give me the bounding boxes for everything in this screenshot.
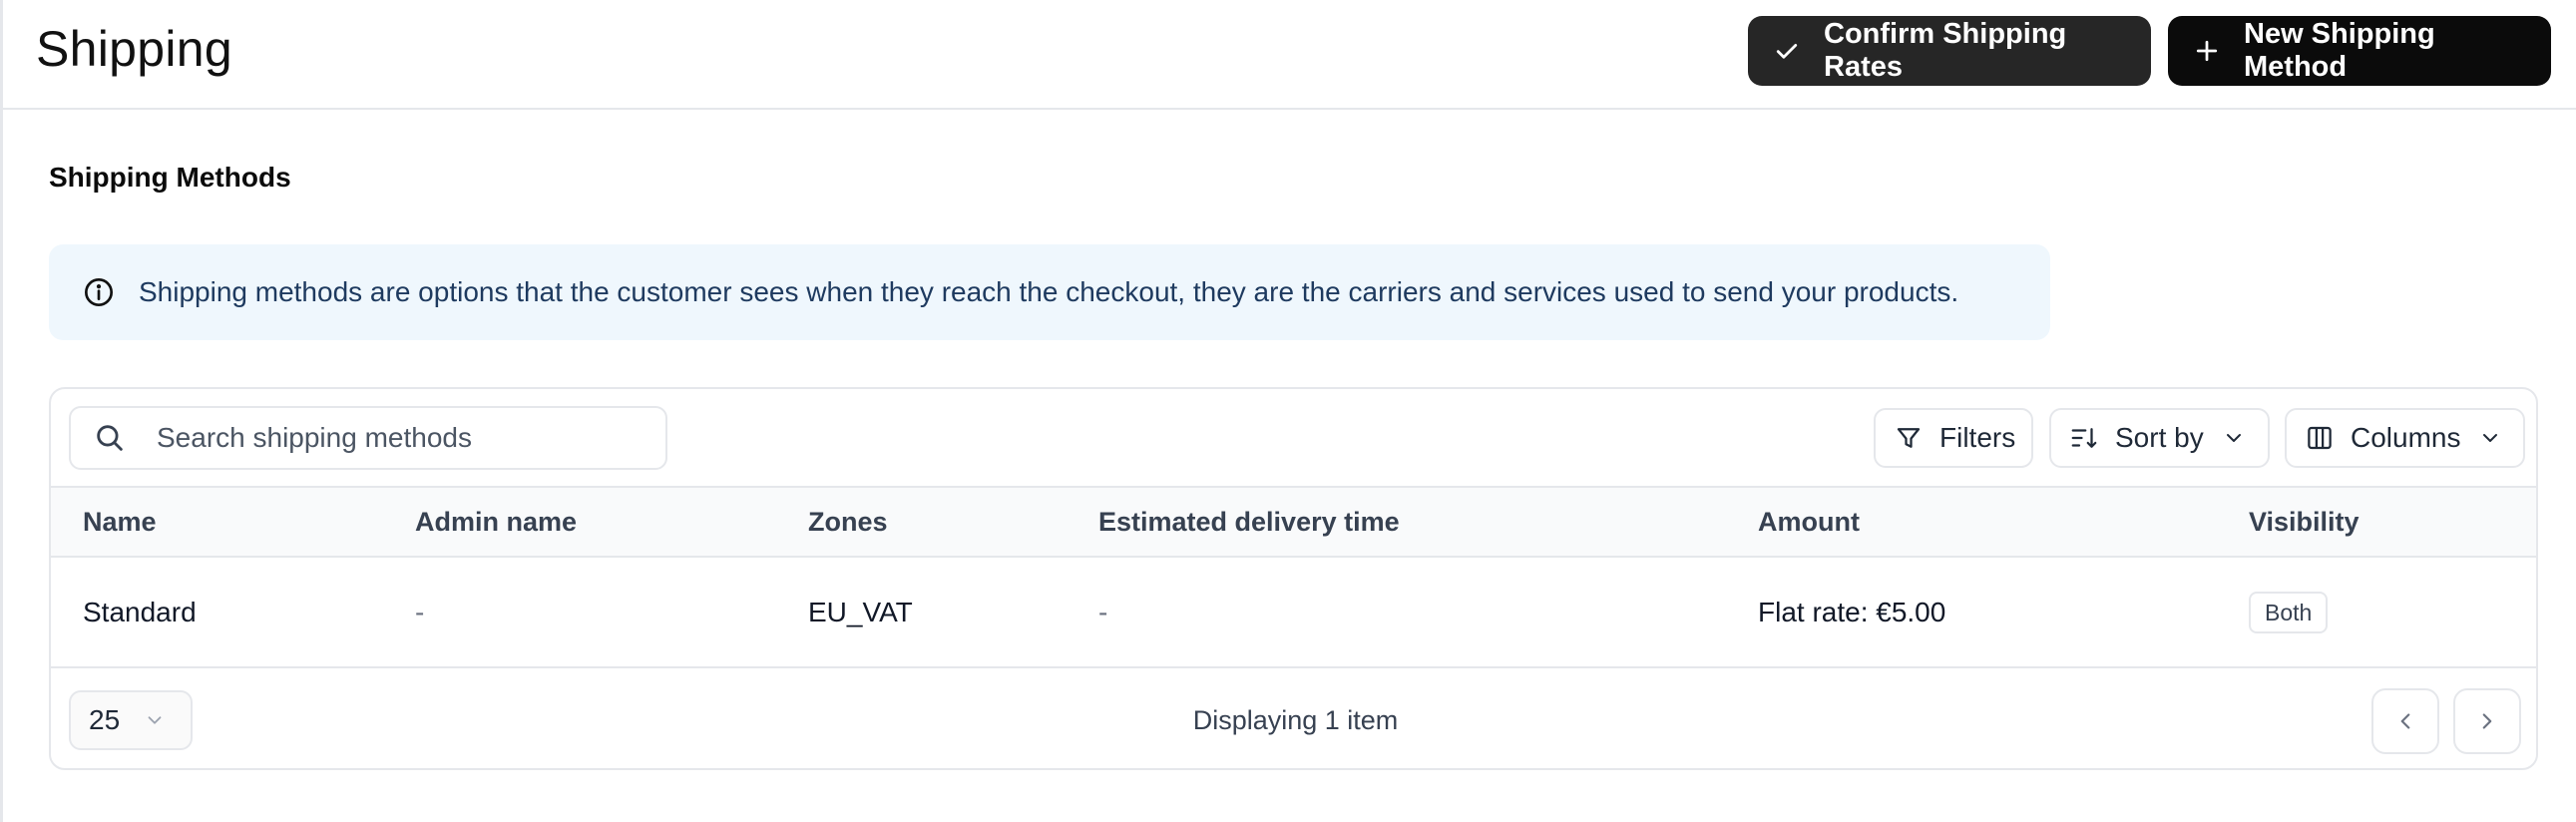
chevron-left-icon	[2400, 713, 2410, 729]
new-shipping-method-button[interactable]: New Shipping Method	[2168, 16, 2551, 86]
previous-page-button[interactable]	[2371, 688, 2439, 754]
cell-name: Standard	[83, 597, 197, 627]
per-page-value: 25	[89, 704, 121, 735]
info-banner-text: Shipping methods are options that the cu…	[139, 276, 1959, 307]
page-header: Shipping Confirm Shipping Rates New Ship…	[0, 0, 2576, 110]
search-input[interactable]	[157, 422, 636, 454]
column-header-amount[interactable]: Amount	[1758, 488, 1860, 556]
next-page-button[interactable]	[2453, 688, 2521, 754]
column-header-visibility[interactable]: Visibility	[2249, 488, 2360, 556]
column-header-admin-name[interactable]: Admin name	[415, 488, 577, 556]
columns-icon	[2308, 426, 2332, 450]
pagination-status: Displaying 1 item	[1192, 705, 1399, 735]
filters-label: Filters	[1939, 422, 2016, 453]
cell-zones: EU_VAT	[808, 597, 913, 627]
chevron-down-icon	[2483, 434, 2498, 442]
sort-by-button[interactable]: Sort by	[2049, 408, 2270, 468]
filters-button[interactable]: Filters	[1874, 408, 2033, 468]
info-banner: Shipping methods are options that the cu…	[49, 244, 2050, 340]
columns-label: Columns	[2351, 422, 2461, 453]
table-row[interactable]: Standard - EU_VAT - Flat rate: €5.00 Bot…	[51, 558, 2536, 668]
cell-admin-name: -	[415, 597, 425, 627]
page-left-border	[0, 0, 3, 822]
table-header: Name Admin name Zones Estimated delivery…	[51, 486, 2536, 558]
section-title: Shipping Methods	[49, 162, 291, 193]
shipping-methods-table-card: Filters Sort by Columns Name Admin name …	[49, 387, 2538, 770]
cell-amount: Flat rate: €5.00	[1758, 597, 1946, 627]
search-icon	[97, 425, 123, 451]
new-shipping-method-label: New Shipping Method	[2244, 18, 2435, 83]
column-header-estimated-delivery-time[interactable]: Estimated delivery time	[1098, 488, 1400, 556]
chevron-down-icon	[2226, 434, 2241, 442]
cell-estimated-delivery-time: -	[1098, 597, 1108, 627]
info-circle-icon	[85, 278, 113, 306]
confirm-shipping-rates-button[interactable]: Confirm Shipping Rates	[1748, 16, 2151, 86]
columns-button[interactable]: Columns	[2285, 408, 2525, 468]
chevron-down-icon	[148, 716, 162, 724]
search-box	[69, 406, 667, 470]
page-title: Shipping	[36, 21, 233, 77]
funnel-icon	[1897, 428, 1921, 448]
per-page-select[interactable]: 25	[69, 690, 193, 750]
column-header-zones[interactable]: Zones	[808, 488, 888, 556]
confirm-shipping-rates-label: Confirm Shipping Rates	[1824, 18, 2067, 83]
plus-icon	[2196, 40, 2218, 62]
chevron-right-icon	[2482, 713, 2492, 729]
check-icon	[1776, 44, 1798, 59]
sort-by-label: Sort by	[2115, 422, 2204, 453]
column-header-name[interactable]: Name	[83, 488, 157, 556]
sort-icon	[2071, 428, 2097, 448]
visibility-badge: Both	[2249, 592, 2329, 633]
